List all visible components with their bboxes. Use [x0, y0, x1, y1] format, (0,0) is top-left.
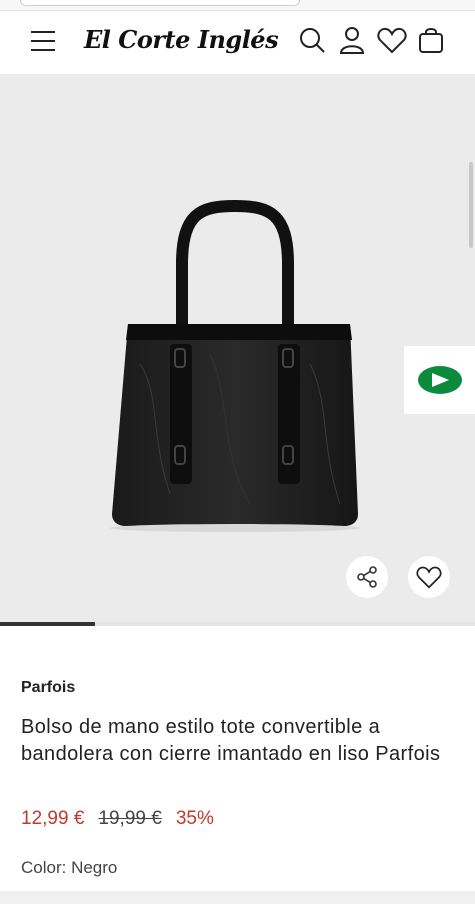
menu-icon — [31, 31, 55, 51]
gallery-progress-fill — [0, 622, 95, 626]
product-image[interactable] — [100, 194, 370, 534]
section-divider — [0, 891, 475, 904]
site-logo[interactable]: El Corte Inglés — [84, 25, 279, 54]
share-button[interactable] — [346, 556, 388, 598]
original-price: 19,99 € — [98, 808, 162, 829]
play-badge-icon — [417, 366, 462, 394]
cart-button[interactable] — [416, 25, 446, 55]
product-gallery[interactable] — [0, 74, 475, 622]
search-icon — [300, 28, 325, 53]
site-header: El Corte Inglés — [0, 11, 475, 74]
current-price: 12,99 € — [21, 808, 85, 829]
product-info: Parfois Bolso de mano estilo tote conver… — [0, 640, 475, 890]
browser-top-strip — [0, 0, 475, 11]
product-title: Bolso de mano estilo tote convertible a … — [21, 716, 441, 765]
address-bar[interactable] — [20, 0, 300, 6]
gallery-progress-bar — [0, 622, 475, 626]
add-to-favorites-button[interactable] — [408, 556, 450, 598]
color-label: Color: Negro — [21, 858, 118, 877]
user-icon — [339, 27, 365, 54]
discount-badge: 35% — [175, 808, 214, 829]
account-button[interactable] — [336, 24, 368, 56]
bag-icon — [419, 28, 443, 53]
page-scrollbar[interactable] — [469, 162, 473, 248]
share-icon — [357, 566, 377, 588]
heart-icon — [377, 27, 407, 54]
heart-icon — [416, 566, 442, 589]
search-button[interactable] — [297, 25, 327, 55]
menu-button[interactable] — [28, 28, 58, 54]
price-row: 12,99 € 19,99 € 35% — [21, 808, 214, 830]
product-brand[interactable]: Parfois — [21, 679, 75, 697]
side-promo-tab[interactable] — [404, 346, 475, 414]
wishlist-button[interactable] — [376, 25, 408, 55]
